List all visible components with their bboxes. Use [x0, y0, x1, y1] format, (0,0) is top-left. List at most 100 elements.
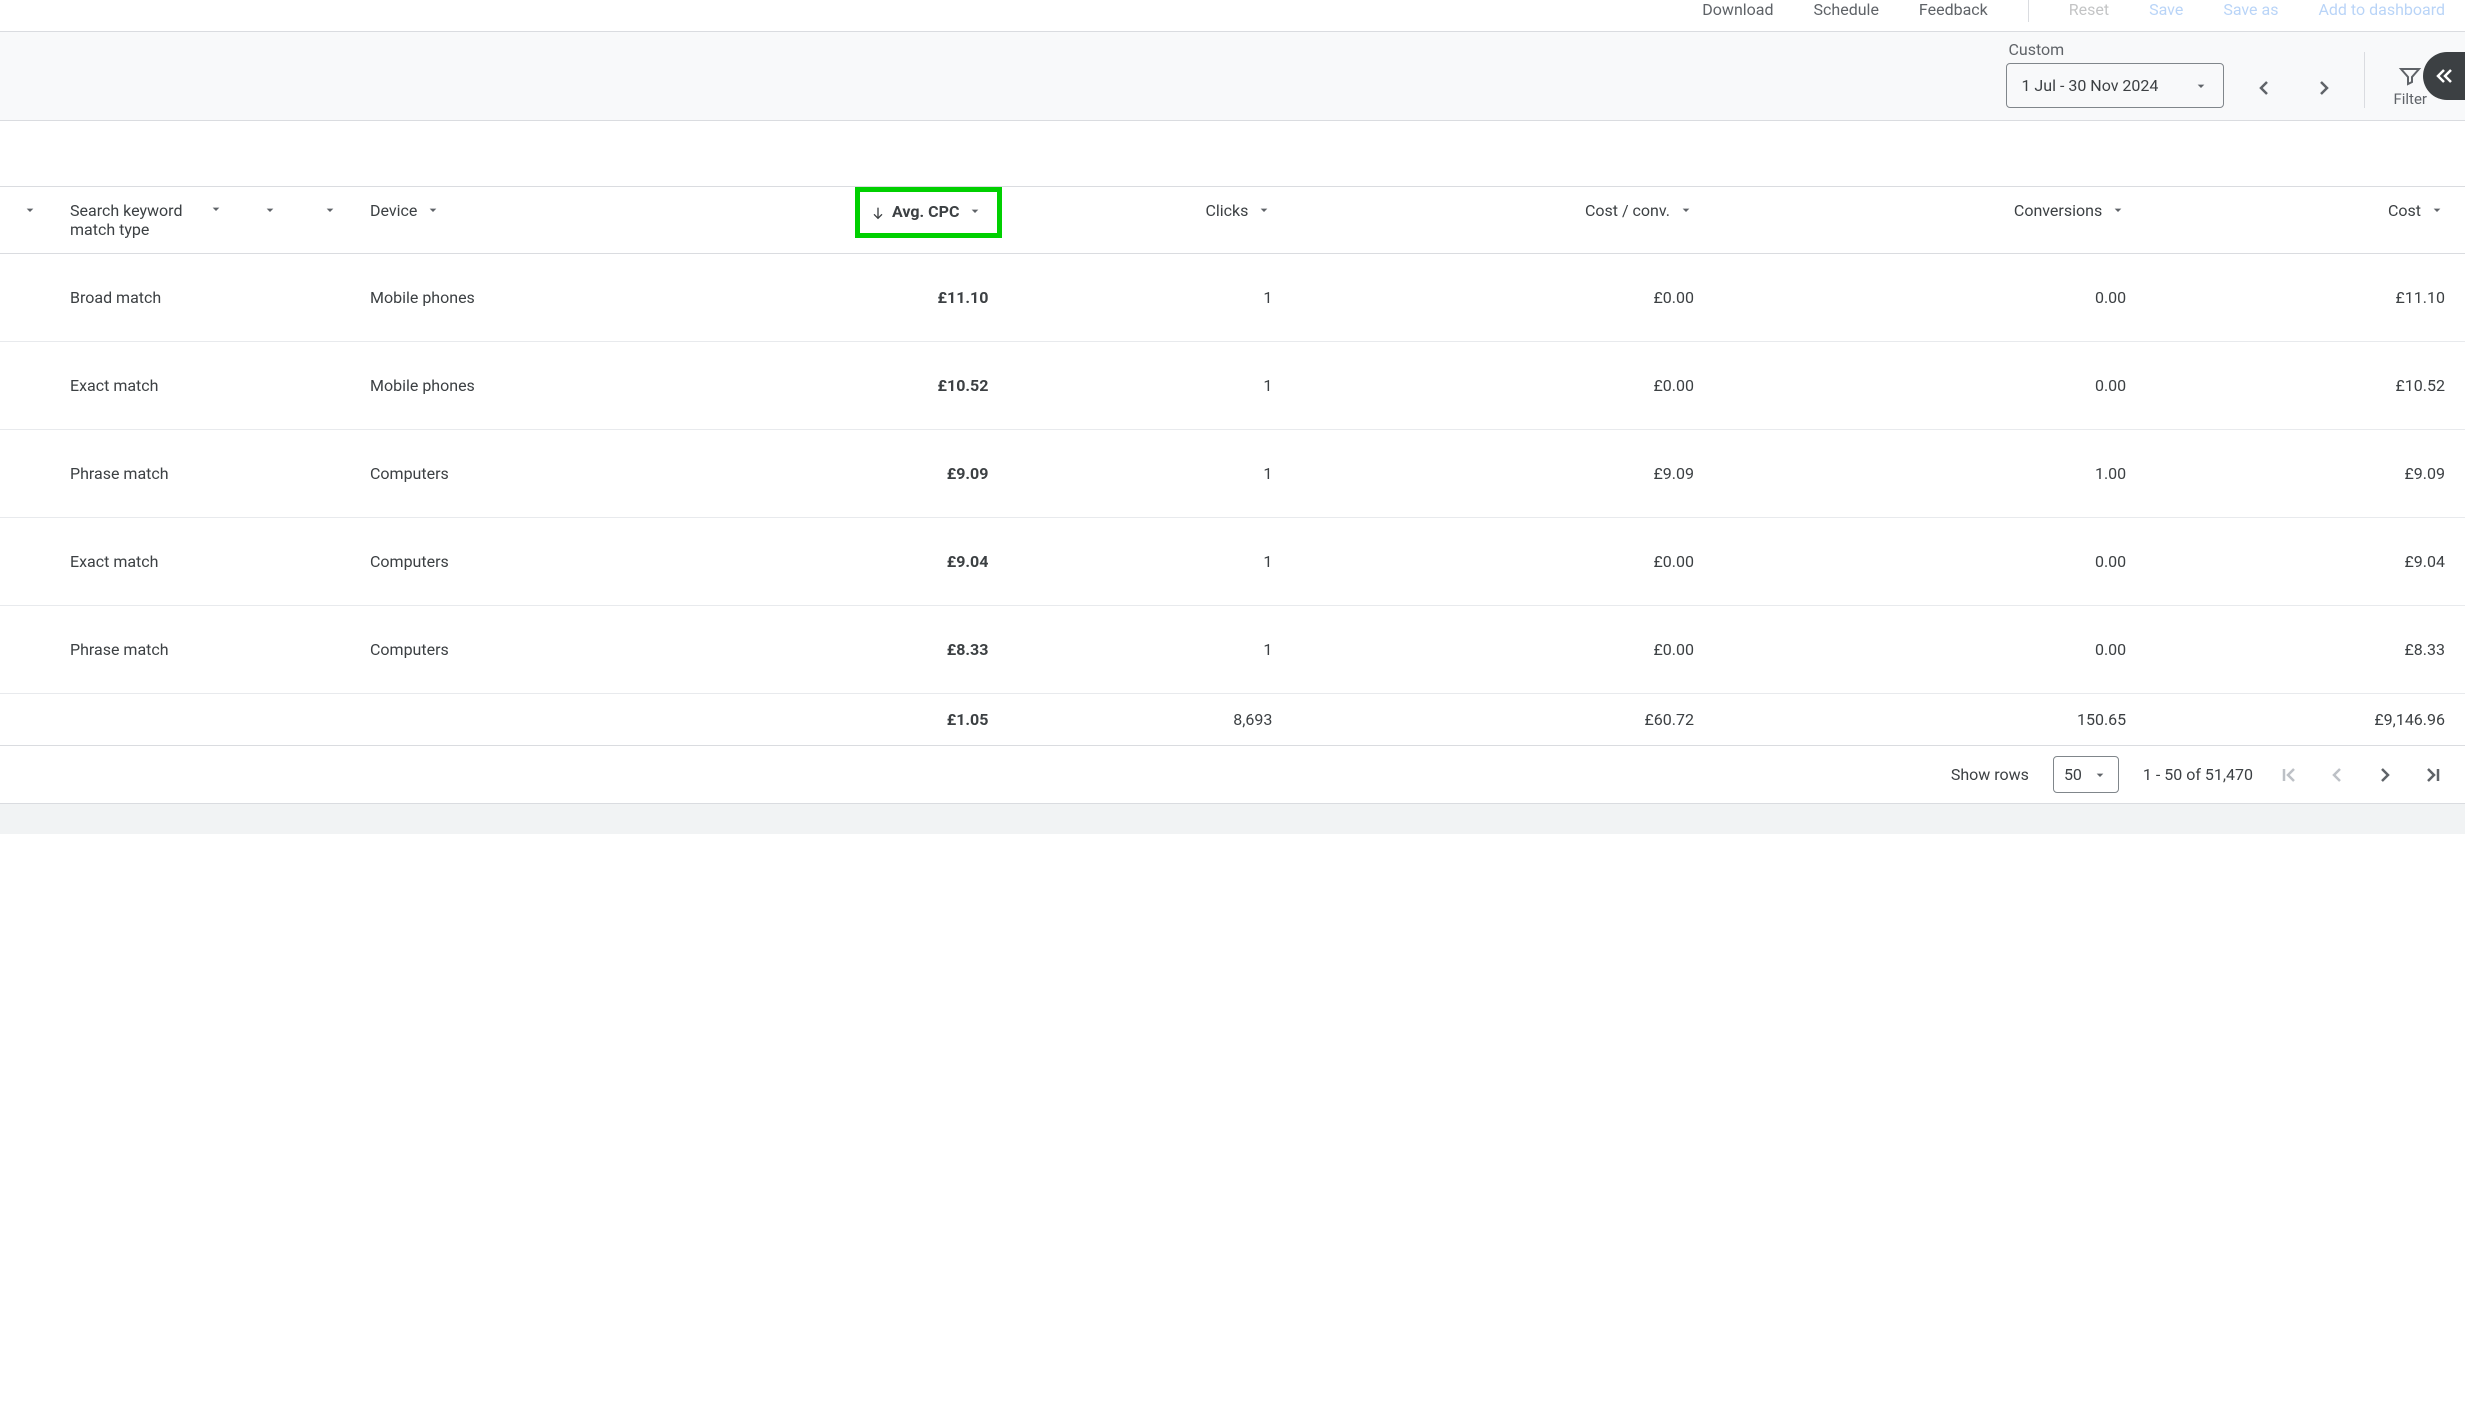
- rows-per-page-value: 50: [2064, 765, 2082, 784]
- last-page-button[interactable]: [2421, 763, 2445, 787]
- col-header-match-type[interactable]: Search keyword match type: [60, 187, 240, 254]
- sort-desc-icon: [870, 205, 886, 221]
- caret-down-icon: [2193, 78, 2209, 94]
- download-action[interactable]: Download: [1702, 0, 1773, 19]
- col-header-clicks-label: Clicks: [1205, 201, 1248, 220]
- reset-action[interactable]: Reset: [2069, 0, 2109, 19]
- prev-page-button[interactable]: [2325, 763, 2349, 787]
- cell-clicks: 1: [998, 606, 1282, 694]
- cell-match-type: Phrase match: [60, 606, 240, 694]
- column-menu-cost[interactable]: [2429, 202, 2445, 222]
- divider: [2364, 52, 2365, 108]
- column-menu-clicks[interactable]: [1256, 202, 1272, 222]
- totals-cost-conv: £60.72: [1282, 694, 1704, 746]
- cell-clicks: 1: [998, 342, 1282, 430]
- cell-conversions: 0.00: [1704, 518, 2136, 606]
- cell-avg-cpc: £9.04: [530, 518, 998, 606]
- rows-per-page-select[interactable]: 50: [2053, 756, 2119, 793]
- col-header-conversions[interactable]: Conversions: [1704, 187, 2136, 254]
- caret-down-icon: [425, 202, 441, 218]
- add-to-dashboard-action[interactable]: Add to dashboard: [2318, 0, 2445, 19]
- pagination-bar: Show rows 50 1 - 50 of 51,470: [0, 746, 2465, 804]
- col-header-cost-conv-label: Cost / conv.: [1585, 201, 1670, 220]
- top-toolbar: Download Schedule Feedback Reset Save Sa…: [0, 0, 2465, 32]
- chevron-right-icon: [2373, 763, 2397, 787]
- col-header-avg-cpc[interactable]: Avg. CPC: [530, 187, 998, 254]
- table-row[interactable]: Phrase matchComputers£9.091£9.091.00£9.0…: [0, 430, 2465, 518]
- date-prev-button[interactable]: [2244, 68, 2284, 108]
- column-menu-conversions[interactable]: [2110, 202, 2126, 222]
- caret-down-icon: [1678, 202, 1694, 218]
- column-menu-cost-conv[interactable]: [1678, 202, 1694, 222]
- report-table: Search keyword match type Devic: [0, 187, 2465, 746]
- report-table-wrap: Search keyword match type Devic: [0, 187, 2465, 746]
- totals-avg-cpc: £1.05: [530, 694, 998, 746]
- cell-device: Computers: [360, 606, 530, 694]
- pagination-range: 1 - 50 of 51,470: [2143, 765, 2253, 784]
- cell-cost-conv: £9.09: [1282, 430, 1704, 518]
- feedback-action[interactable]: Feedback: [1919, 0, 1988, 19]
- save-action[interactable]: Save: [2149, 0, 2183, 19]
- col-header-cost-conv[interactable]: Cost / conv.: [1282, 187, 1704, 254]
- table-row[interactable]: Exact matchComputers£9.041£0.000.00£9.04: [0, 518, 2465, 606]
- table-row[interactable]: Exact matchMobile phones£10.521£0.000.00…: [0, 342, 2465, 430]
- col-header-cost[interactable]: Cost: [2136, 187, 2465, 254]
- cell-avg-cpc: £11.10: [530, 254, 998, 342]
- cell-avg-cpc: £8.33: [530, 606, 998, 694]
- column-menu-match-type[interactable]: [208, 201, 224, 221]
- caret-down-icon: [967, 203, 983, 219]
- cell-device: Mobile phones: [360, 254, 530, 342]
- first-page-icon: [2277, 763, 2301, 787]
- column-menu-1[interactable]: [22, 203, 38, 222]
- col-header-device[interactable]: Device: [360, 187, 530, 254]
- cell-match-type: Broad match: [60, 254, 240, 342]
- totals-row: £1.05 8,693 £60.72 150.65 £9,146.96: [0, 694, 2465, 746]
- first-page-button[interactable]: [2277, 763, 2301, 787]
- col-header-avg-cpc-label: Avg. CPC: [892, 202, 959, 221]
- chevron-left-icon: [2325, 763, 2349, 787]
- date-range-picker[interactable]: 1 Jul - 30 Nov 2024: [2006, 63, 2224, 108]
- cell-conversions: 0.00: [1704, 254, 2136, 342]
- cell-conversions: 0.00: [1704, 342, 2136, 430]
- cell-device: Computers: [360, 518, 530, 606]
- column-menu-device[interactable]: [425, 202, 441, 222]
- date-block: Custom 1 Jul - 30 Nov 2024: [2006, 40, 2224, 108]
- save-as-action[interactable]: Save as: [2223, 0, 2278, 19]
- cell-cost: £10.52: [2136, 342, 2465, 430]
- bottom-strip: [0, 804, 2465, 834]
- column-menu-avg-cpc[interactable]: [967, 203, 983, 223]
- toolbar-divider: [2028, 0, 2029, 22]
- cell-device: Computers: [360, 430, 530, 518]
- cell-cost: £9.09: [2136, 430, 2465, 518]
- caret-down-icon: [2429, 202, 2445, 218]
- column-menu-3[interactable]: [322, 203, 338, 222]
- cell-conversions: 0.00: [1704, 606, 2136, 694]
- table-row[interactable]: Broad matchMobile phones£11.101£0.000.00…: [0, 254, 2465, 342]
- cell-clicks: 1: [998, 518, 1282, 606]
- last-page-icon: [2421, 763, 2445, 787]
- col-header-clicks[interactable]: Clicks: [998, 187, 1282, 254]
- cell-cost-conv: £0.00: [1282, 606, 1704, 694]
- cell-conversions: 1.00: [1704, 430, 2136, 518]
- cell-match-type: Phrase match: [60, 430, 240, 518]
- table-row[interactable]: Phrase matchComputers£8.331£0.000.00£8.3…: [0, 606, 2465, 694]
- next-page-button[interactable]: [2373, 763, 2397, 787]
- cell-avg-cpc: £10.52: [530, 342, 998, 430]
- filter-icon: [2398, 64, 2422, 88]
- caret-down-icon: [2092, 767, 2108, 783]
- column-menu-2[interactable]: [262, 203, 278, 222]
- col-header-cost-label: Cost: [2388, 201, 2421, 220]
- schedule-action[interactable]: Schedule: [1814, 0, 1879, 19]
- table-header-row: Search keyword match type Devic: [0, 187, 2465, 254]
- date-next-button[interactable]: [2304, 68, 2344, 108]
- cell-cost: £9.04: [2136, 518, 2465, 606]
- col-header-conversions-label: Conversions: [2014, 201, 2102, 220]
- date-range-text: 1 Jul - 30 Nov 2024: [2021, 76, 2158, 95]
- cell-match-type: Exact match: [60, 342, 240, 430]
- caret-down-icon: [1256, 202, 1272, 218]
- blank-strip: [0, 121, 2465, 187]
- cell-cost-conv: £0.00: [1282, 254, 1704, 342]
- totals-cost: £9,146.96: [2136, 694, 2465, 746]
- collapse-panel-button[interactable]: [2423, 52, 2465, 100]
- totals-clicks: 8,693: [998, 694, 1282, 746]
